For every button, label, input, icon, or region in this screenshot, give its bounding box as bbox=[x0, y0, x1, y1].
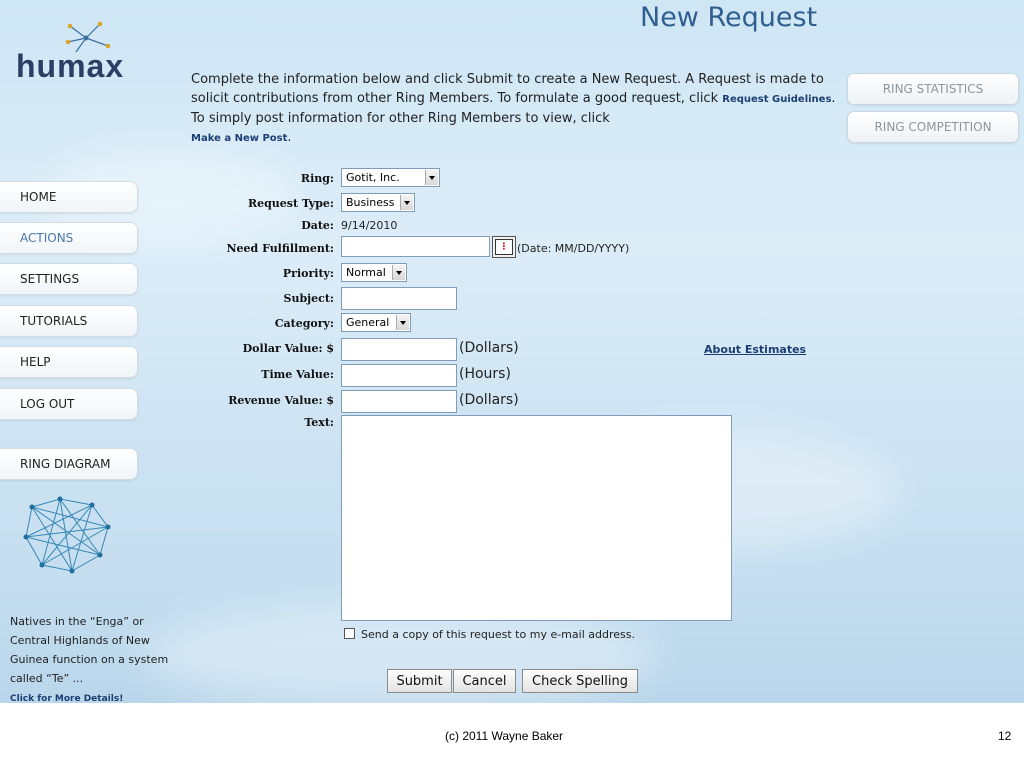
revenue-unit: (Dollars) bbox=[459, 392, 519, 408]
ring-network-icon bbox=[23, 496, 111, 574]
text-area[interactable] bbox=[341, 415, 732, 621]
nav-tutorials[interactable]: TUTORIALS bbox=[0, 305, 138, 337]
subject-label: Subject: bbox=[283, 292, 334, 305]
text-label: Text: bbox=[304, 416, 334, 429]
app-window: humax New Request Complete the informati… bbox=[0, 0, 1024, 703]
nav-settings[interactable]: SETTINGS bbox=[0, 263, 138, 295]
more-details-link[interactable]: Click for More Details! bbox=[10, 694, 123, 703]
priority-value: Normal bbox=[346, 266, 386, 279]
ring-statistics-button[interactable]: RING STATISTICS bbox=[847, 73, 1019, 105]
make-new-post-link[interactable]: Make a New Post bbox=[191, 133, 287, 144]
subject-input[interactable] bbox=[341, 287, 457, 310]
ring-select-value: Gotit, Inc. bbox=[346, 171, 400, 184]
page-number: 12 bbox=[998, 729, 1012, 743]
date-label: Date: bbox=[301, 219, 334, 232]
nav-ring-diagram[interactable]: RING DIAGRAM bbox=[0, 448, 138, 480]
revenue-value-input[interactable] bbox=[341, 390, 457, 413]
chevron-down-icon bbox=[400, 195, 413, 210]
humax-logo: humax bbox=[16, 20, 166, 84]
date-format-hint: (Date: MM/DD/YYYY) bbox=[517, 242, 630, 255]
category-value: General bbox=[346, 316, 390, 329]
nav-log-out[interactable]: LOG OUT bbox=[0, 388, 138, 420]
category-label: Category: bbox=[274, 317, 334, 330]
time-value-input[interactable] bbox=[341, 364, 457, 387]
page-title: New Request bbox=[640, 2, 818, 33]
time-value-label: Time Value: bbox=[261, 368, 334, 381]
intro-text: . bbox=[287, 130, 292, 145]
about-estimates-link[interactable]: About Estimates bbox=[704, 343, 806, 356]
sidebar-blurb-text: Natives in the “Enga” or Central Highlan… bbox=[10, 615, 169, 685]
chevron-down-icon bbox=[392, 265, 405, 280]
revenue-value-label: Revenue Value: $ bbox=[228, 394, 334, 407]
chevron-down-icon bbox=[425, 170, 438, 185]
dollar-value-input[interactable] bbox=[341, 338, 457, 361]
request-type-select[interactable]: Business bbox=[341, 193, 415, 212]
ring-label: Ring: bbox=[300, 172, 334, 185]
ring-select[interactable]: Gotit, Inc. bbox=[341, 168, 440, 187]
nav-actions[interactable]: ACTIONS bbox=[0, 222, 138, 254]
request-type-label: Request Type: bbox=[247, 197, 334, 210]
need-fulfillment-input[interactable] bbox=[341, 236, 490, 257]
sidebar-blurb: Natives in the “Enga” or Central Highlan… bbox=[10, 612, 185, 703]
dollar-value-label: Dollar Value: $ bbox=[242, 342, 334, 355]
email-copy-label: Send a copy of this request to my e-mail… bbox=[361, 628, 635, 641]
date-value: 9/14/2010 bbox=[341, 219, 398, 232]
dollar-unit: (Dollars) bbox=[459, 340, 519, 356]
submit-button[interactable]: Submit bbox=[387, 669, 452, 693]
chevron-down-icon bbox=[396, 315, 409, 330]
priority-label: Priority: bbox=[282, 267, 334, 280]
ring-competition-button[interactable]: RING COMPETITION bbox=[847, 111, 1019, 143]
check-spelling-button[interactable]: Check Spelling bbox=[522, 669, 638, 693]
request-type-value: Business bbox=[346, 196, 395, 209]
copyright-text: (c) 2011 Wayne Baker bbox=[445, 729, 564, 743]
logo-text: humax bbox=[16, 48, 125, 84]
email-copy-checkbox[interactable] bbox=[344, 628, 355, 639]
cancel-button[interactable]: Cancel bbox=[453, 669, 516, 693]
request-guidelines-link[interactable]: Request Guidelines bbox=[722, 94, 831, 105]
category-select[interactable]: General bbox=[341, 313, 411, 332]
time-unit: (Hours) bbox=[459, 366, 511, 382]
nav-home[interactable]: HOME bbox=[0, 181, 138, 213]
need-fulfillment-value bbox=[342, 242, 345, 255]
nav-help[interactable]: HELP bbox=[0, 346, 138, 378]
intro-paragraph: Complete the information below and click… bbox=[191, 70, 851, 148]
priority-select[interactable]: Normal bbox=[341, 263, 407, 282]
calendar-icon[interactable]: ⋮ bbox=[492, 236, 516, 258]
need-fulfillment-label: Need Fulfillment: bbox=[226, 242, 335, 255]
